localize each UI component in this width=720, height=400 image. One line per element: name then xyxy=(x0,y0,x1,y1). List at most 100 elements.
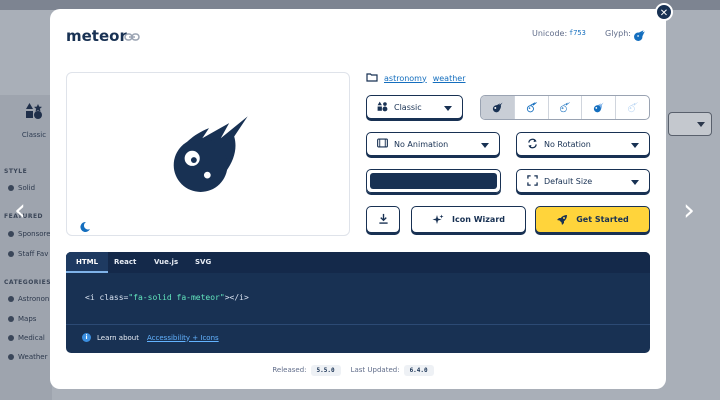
sidebar-item-maps[interactable]: Maps xyxy=(8,315,36,323)
next-icon-arrow[interactable]: › xyxy=(683,196,695,226)
released-version-badge: 5.5.0 xyxy=(310,365,341,376)
shapes-icon xyxy=(377,101,388,114)
style-dropdown-label: Classic xyxy=(394,103,422,112)
tab-html[interactable]: HTML xyxy=(66,252,109,273)
meteor-light-icon xyxy=(560,102,571,113)
category-link-astronomy[interactable]: astronomy xyxy=(384,74,427,83)
download-icon xyxy=(378,213,389,226)
family-option-solid[interactable] xyxy=(481,96,515,119)
version-info: Released: 5.5.0 Last Updated: 6.4.0 xyxy=(50,365,666,376)
link-icon[interactable] xyxy=(124,28,140,47)
size-dropdown[interactable]: Default Size xyxy=(516,169,650,193)
unicode-label: Unicode: xyxy=(532,29,568,38)
glyph-label: Glyph: xyxy=(605,29,631,38)
icon-family-selector xyxy=(480,95,650,120)
sidebar-item-label: Staff Fav xyxy=(18,250,49,258)
code-class-string: "fa-solid fa-meteor" xyxy=(128,293,225,302)
circle-icon xyxy=(8,316,14,322)
style-tile-classic[interactable]: Classic xyxy=(14,102,54,148)
color-swatch xyxy=(370,173,497,189)
close-button[interactable]: ✕ xyxy=(655,3,673,21)
chevron-down-icon xyxy=(631,143,639,148)
unicode-value[interactable]: f753 xyxy=(569,29,586,37)
family-option-thin[interactable] xyxy=(616,96,649,119)
sidebar-item-label: Maps xyxy=(18,315,37,323)
updated-version-badge: 6.4.0 xyxy=(403,365,434,376)
size-dropdown-label: Default Size xyxy=(544,177,593,186)
get-started-button[interactable]: Get Started xyxy=(535,206,650,233)
accessibility-note: i Learn about Accessibility + Icons xyxy=(82,333,219,342)
download-button[interactable] xyxy=(366,206,400,233)
code-tag-close: ></i> xyxy=(224,293,249,302)
rocket-icon xyxy=(556,214,568,226)
meteor-duotone-icon xyxy=(594,102,604,113)
meteor-icon xyxy=(173,116,248,192)
meteor-solid-icon xyxy=(492,102,503,113)
sidebar-item-medical[interactable]: Medical xyxy=(8,334,45,342)
icon-wizard-button[interactable]: Icon Wizard xyxy=(411,206,526,233)
meteor-thin-icon xyxy=(628,102,638,113)
info-icon: i xyxy=(82,333,91,342)
sidebar-item-label: Medical xyxy=(18,334,45,342)
sparkles-icon xyxy=(432,214,444,226)
rotate-icon xyxy=(527,138,538,151)
sidebar-item-staff-favorites[interactable]: Staff Fav xyxy=(8,250,48,258)
family-option-regular[interactable] xyxy=(515,96,549,119)
previous-icon-arrow[interactable]: ‹ xyxy=(14,196,26,226)
color-picker[interactable] xyxy=(366,169,501,193)
background-sort-select[interactable] xyxy=(668,112,712,136)
meteor-regular-icon xyxy=(526,102,537,113)
accessibility-link[interactable]: Accessibility + Icons xyxy=(147,334,219,342)
chevron-down-icon xyxy=(631,180,639,185)
divider xyxy=(66,324,650,325)
film-icon xyxy=(377,138,388,150)
learn-about-text: Learn about xyxy=(97,333,139,342)
circle-icon xyxy=(8,251,14,257)
animation-dropdown-label: No Animation xyxy=(394,140,449,149)
icon-title: meteor xyxy=(66,27,127,45)
moon-icon[interactable] xyxy=(79,218,91,237)
meteor-glyph-icon[interactable] xyxy=(634,26,646,45)
sidebar-item-solid[interactable]: Solid xyxy=(8,184,35,192)
sidebar-item-label: Weather xyxy=(18,353,48,361)
sidebar-item-astronomy[interactable]: Astronon xyxy=(8,295,49,303)
circle-icon xyxy=(8,185,14,191)
category-list: astronomy weather xyxy=(366,72,472,84)
circle-icon xyxy=(8,335,14,341)
sidebar-item-label: Solid xyxy=(18,184,36,192)
tab-vuejs[interactable]: Vue.js xyxy=(154,258,178,266)
sidebar-item-sponsored[interactable]: Sponsore xyxy=(8,230,51,238)
family-option-duotone[interactable] xyxy=(582,96,617,119)
category-link-weather[interactable]: weather xyxy=(433,74,466,83)
updated-label: Last Updated: xyxy=(350,366,400,374)
sidebar-section-title: CATEGORIES xyxy=(4,279,52,286)
circle-icon xyxy=(8,354,14,360)
tab-react[interactable]: React xyxy=(114,258,136,266)
expand-icon xyxy=(527,175,538,188)
sidebar-item-label: Astronon xyxy=(18,295,50,303)
animation-dropdown[interactable]: No Animation xyxy=(366,132,500,156)
icon-detail-modal: meteor Unicode: f753 Glyph: astronomy wea… xyxy=(50,9,666,389)
family-option-light[interactable] xyxy=(549,96,583,119)
chevron-down-icon xyxy=(444,106,452,111)
sidebar-item-weather[interactable]: Weather xyxy=(8,353,47,361)
icon-wizard-label: Icon Wizard xyxy=(452,215,505,224)
rotation-dropdown-label: No Rotation xyxy=(544,140,591,149)
shapes-icon xyxy=(14,102,54,125)
tab-svg[interactable]: SVG xyxy=(195,258,211,266)
chevron-down-icon xyxy=(481,143,489,148)
folder-icon xyxy=(366,72,378,84)
code-tabs: HTML React Vue.js SVG xyxy=(66,252,650,273)
get-started-label: Get Started xyxy=(576,215,629,224)
icon-preview-panel xyxy=(66,72,350,236)
code-snippet-panel: HTML React Vue.js SVG <i class="fa-solid… xyxy=(66,252,650,353)
code-snippet[interactable]: <i class="fa-solid fa-meteor"></i> xyxy=(85,293,249,302)
released-label: Released: xyxy=(272,366,307,374)
style-tile-label: Classic xyxy=(21,131,47,139)
sidebar-section-title: STYLE xyxy=(4,168,28,175)
rotation-dropdown[interactable]: No Rotation xyxy=(516,132,650,156)
sidebar-item-label: Sponsore xyxy=(18,230,51,238)
circle-icon xyxy=(8,296,14,302)
style-dropdown[interactable]: Classic xyxy=(366,95,463,119)
circle-icon xyxy=(8,231,14,237)
